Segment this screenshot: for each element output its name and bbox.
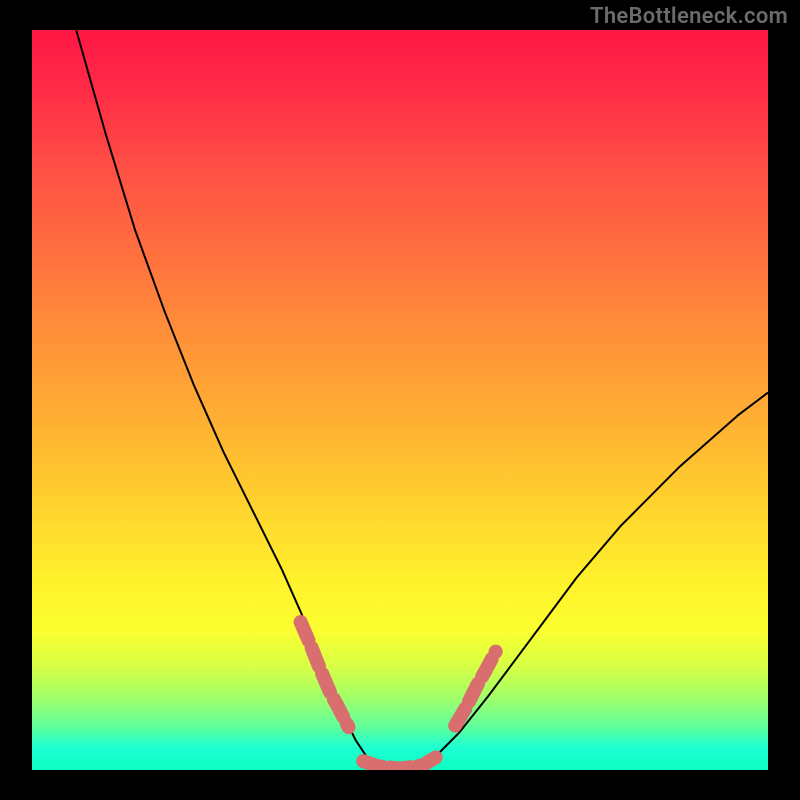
series-highlight-bottom	[363, 757, 437, 769]
chart-svg	[32, 30, 768, 770]
watermark-text: TheBottleneck.com	[590, 4, 788, 29]
series-highlight-right	[455, 652, 496, 726]
series-highlight-left	[301, 622, 349, 727]
series-bottleneck-curve	[76, 30, 768, 770]
chart-frame	[32, 30, 768, 770]
